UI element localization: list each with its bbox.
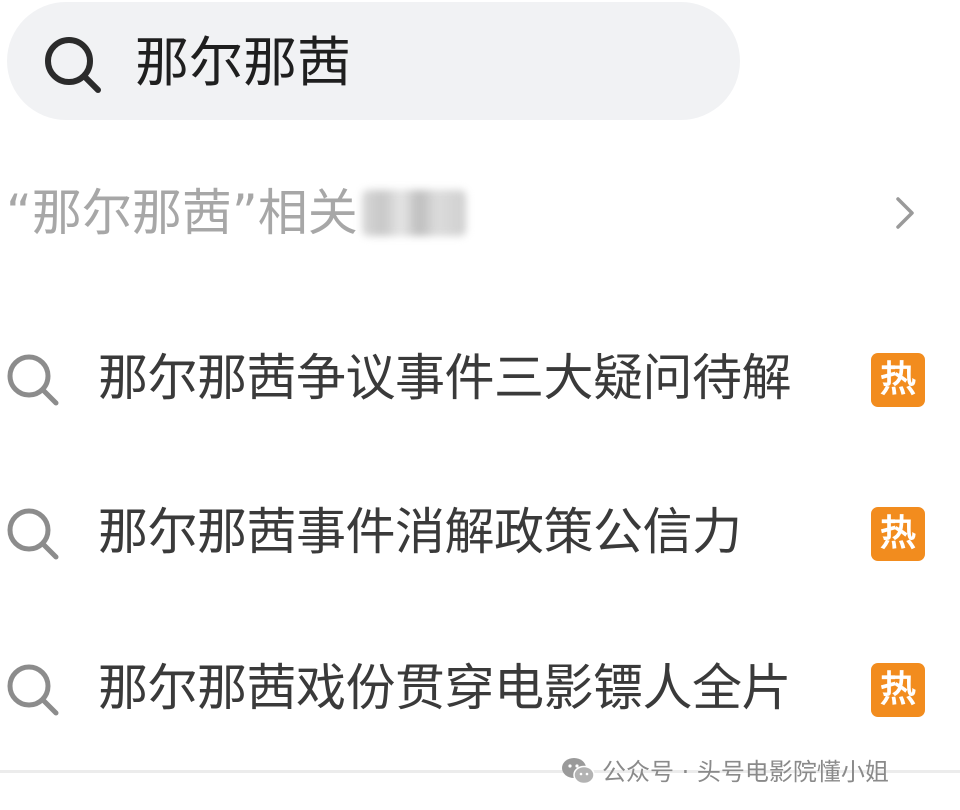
suggestion-item[interactable]: 那尔那茜戏份贯穿电影镖人全片 热 bbox=[0, 643, 960, 733]
search-suggestion-page: 那尔那茜 “那尔那茜”相关 那尔那茜争议事件三大疑问待解 热 那尔那茜事件消解政… bbox=[0, 0, 960, 810]
suggestion-item[interactable]: 那尔那茜事件消解政策公信力 热 bbox=[0, 487, 960, 577]
related-results-label: “那尔那茜”相关 bbox=[6, 175, 466, 251]
suggestion-text: 那尔那茜事件消解政策公信力 bbox=[98, 503, 742, 561]
search-input[interactable]: 那尔那茜 bbox=[135, 28, 351, 98]
search-icon bbox=[41, 33, 105, 97]
related-results-link[interactable]: “那尔那茜”相关 bbox=[0, 175, 960, 251]
search-icon bbox=[4, 661, 62, 719]
hot-badge: 热 bbox=[871, 663, 925, 717]
suggestion-text: 那尔那茜争议事件三大疑问待解 bbox=[98, 349, 792, 407]
hot-badge: 热 bbox=[871, 507, 925, 561]
search-icon bbox=[4, 505, 62, 563]
wechat-icon bbox=[560, 756, 596, 786]
chevron-right-icon bbox=[888, 191, 922, 235]
search-bar[interactable]: 那尔那茜 bbox=[7, 2, 740, 120]
suggestion-text: 那尔那茜戏份贯穿电影镖人全片 bbox=[98, 659, 792, 717]
watermark-text: 公众号 · 头号电影院懂小姐 bbox=[602, 758, 889, 786]
search-icon bbox=[4, 351, 62, 409]
watermark: 公众号 · 头号电影院懂小姐 bbox=[560, 752, 889, 792]
hot-badge: 热 bbox=[871, 353, 925, 407]
suggestion-item[interactable]: 那尔那茜争议事件三大疑问待解 热 bbox=[0, 333, 960, 423]
blurred-text bbox=[361, 189, 466, 236]
